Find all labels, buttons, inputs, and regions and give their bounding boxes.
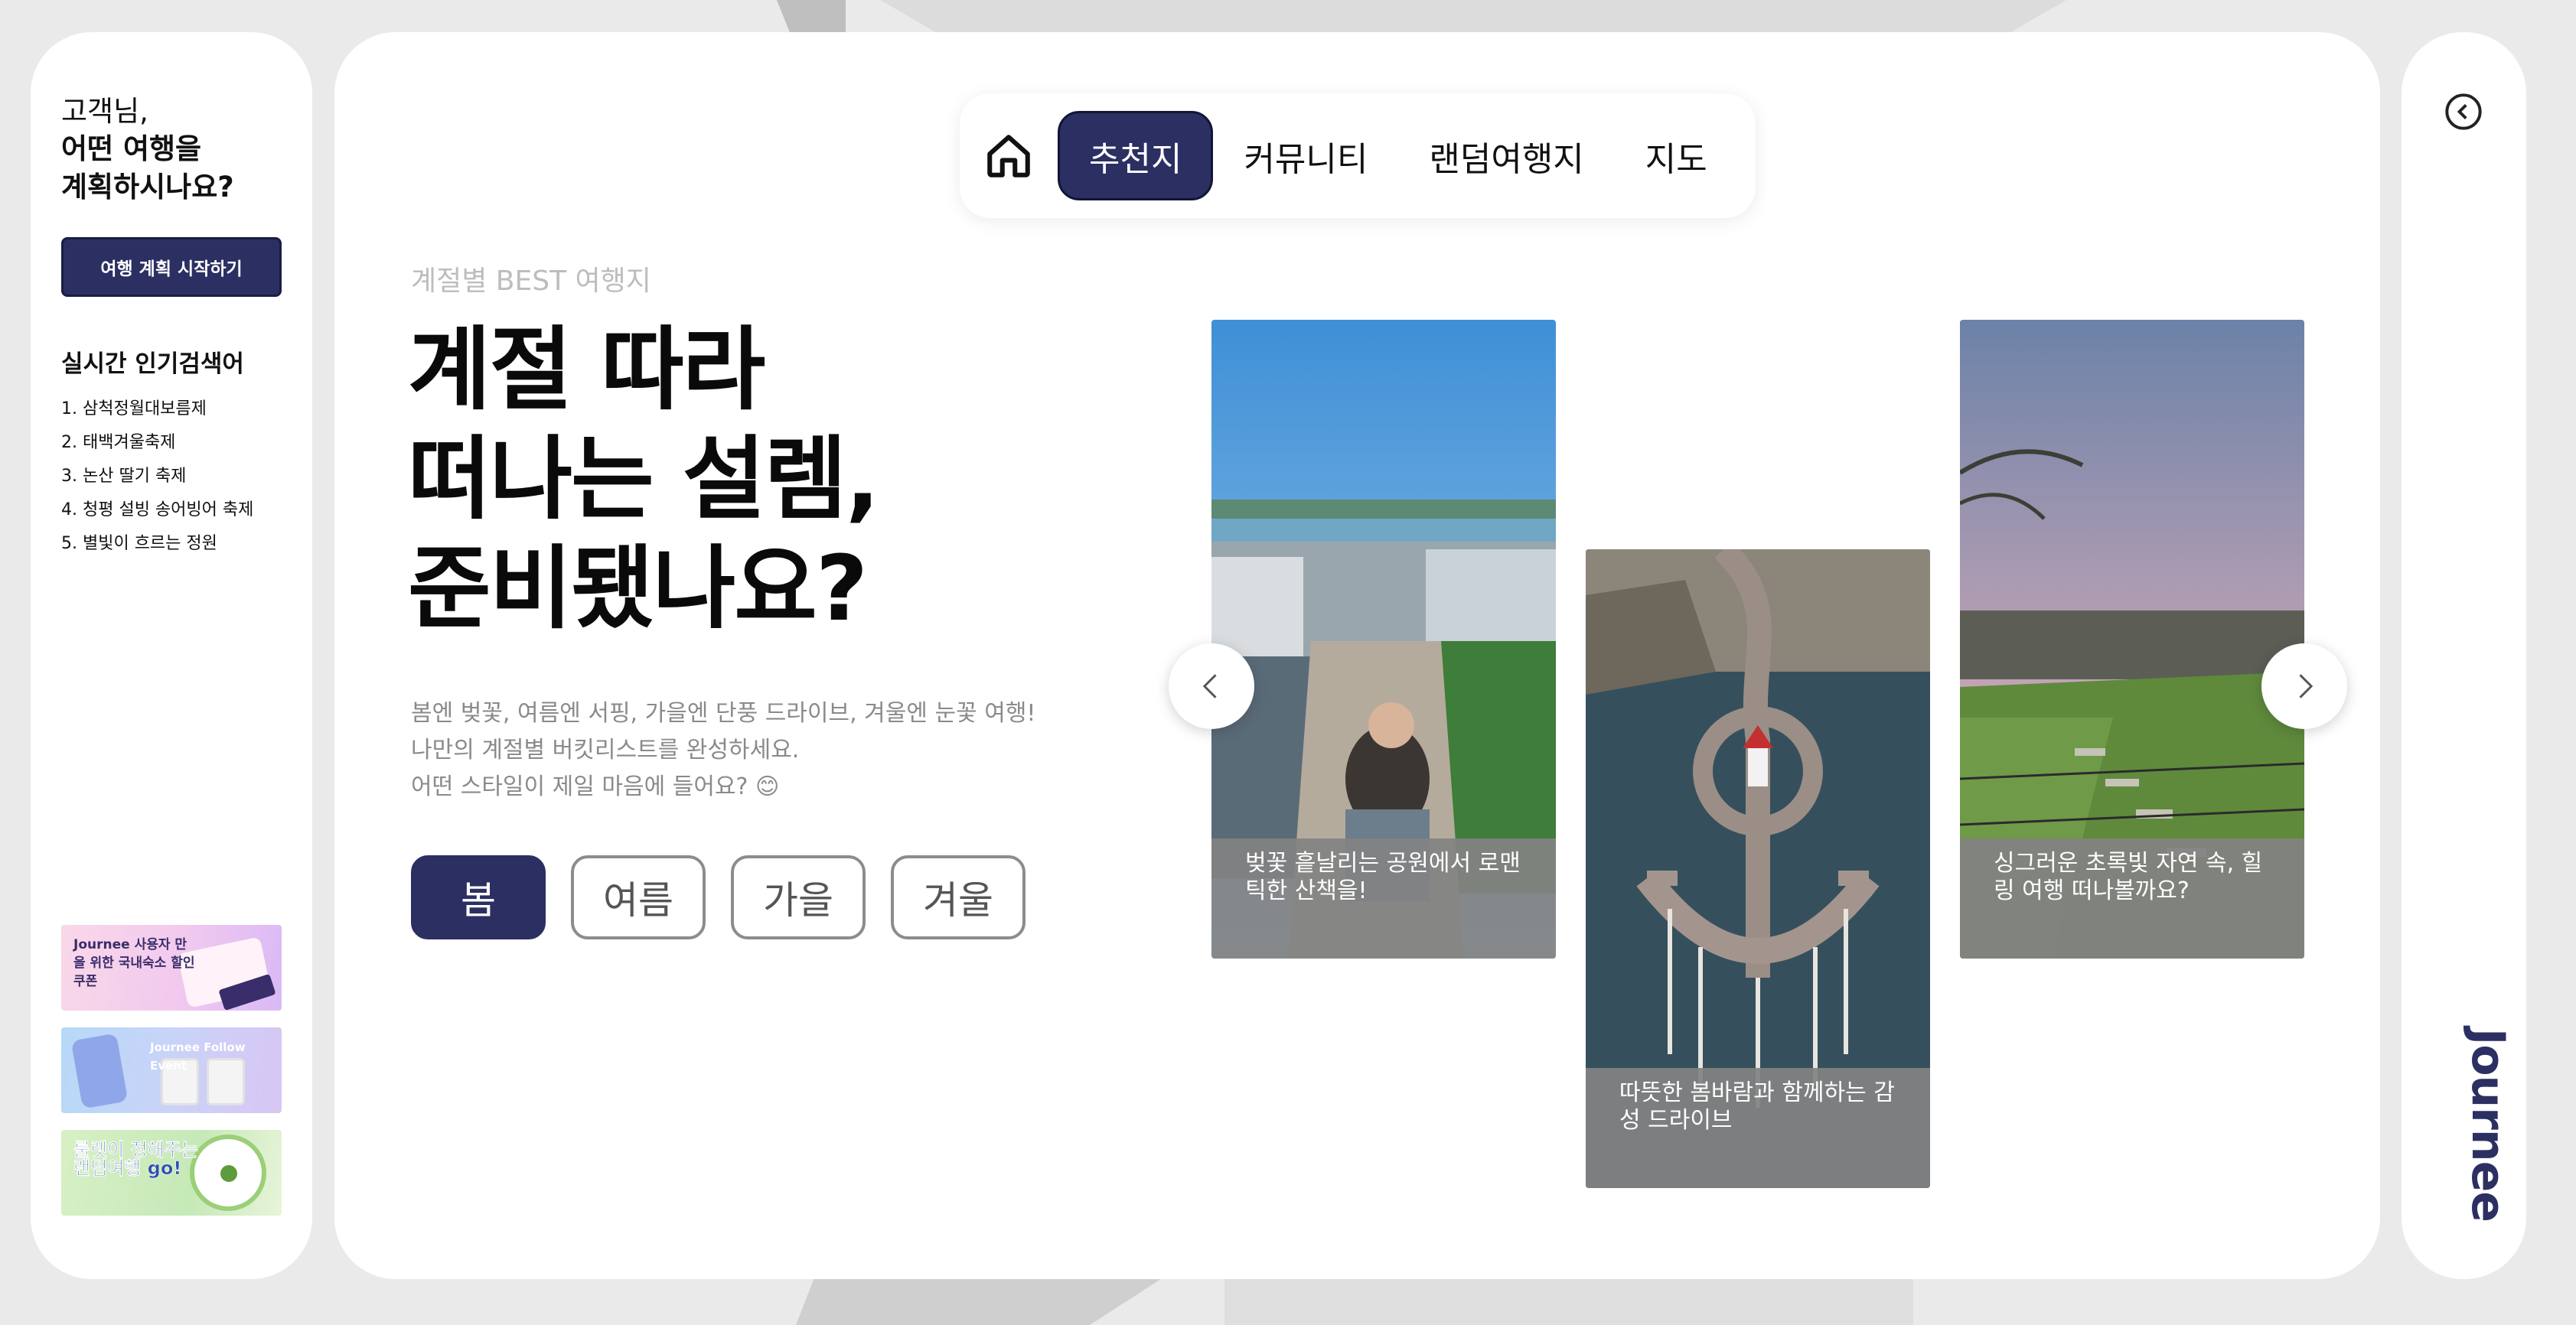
carousel-next-button[interactable] [2261, 643, 2347, 729]
description-line: 봄엔 벚꽃, 여름엔 서핑, 가을엔 단풍 드라이브, 겨울엔 눈꽃 여행! [411, 700, 1036, 727]
banner-text: 룰렛이 정해주는 랜덤여행 go! [73, 1139, 198, 1179]
home-icon [987, 134, 1030, 177]
popular-search-item[interactable]: 4. 청평 설빙 송어빙어 축제 [61, 493, 282, 527]
destination-card[interactable]: 따뜻한 봄바람과 함께하는 감성 드라이브 [1586, 549, 1930, 1188]
follow-event-banner[interactable]: Journee Follow Event [61, 1027, 282, 1113]
description: 봄엔 벚꽃, 여름엔 서핑, 가을엔 단풍 드라이브, 겨울엔 눈꽃 여행! 나… [411, 695, 1035, 806]
greeting-text: 고객님, [61, 95, 148, 128]
greeting-question: 어떤 여행을 [61, 132, 202, 165]
background-shape [777, 0, 846, 34]
left-sidebar: 고객님, 어떤 여행을 계획하시나요? 여행 계획 시작하기 실시간 인기검색어… [31, 32, 312, 1279]
top-nav: 추천지 커뮤니티 랜덤여행지 지도 [960, 93, 1756, 218]
random-trip-banner[interactable]: 룰렛이 정해주는 랜덤여행 go! [61, 1130, 282, 1216]
season-winter-button[interactable]: 겨울 [891, 855, 1026, 939]
popular-search-item[interactable]: 2. 태백겨울축제 [61, 426, 282, 460]
popular-search-list: 1. 삼척정월대보름제 2. 태백겨울축제 3. 논산 딸기 축제 4. 청평 … [61, 392, 282, 561]
chevron-right-icon [2299, 674, 2314, 698]
description-line: 나만의 계절별 버킷리스트를 완성하세요. [411, 737, 800, 763]
card-caption: 따뜻한 봄바람과 함께하는 감성 드라이브 [1619, 1079, 1895, 1134]
season-summer-button[interactable]: 여름 [571, 855, 706, 939]
banner-list: Journee 사용자 만을 위한 국내숙소 할인쿠폰 Journee Foll… [61, 925, 282, 1232]
banner-text: Journee Follow Event [150, 1040, 246, 1073]
season-selector: 봄 여름 가을 겨울 [411, 855, 1026, 939]
headline-line: 계절 따라 [408, 317, 765, 422]
journee-logo: Journee [2461, 1028, 2515, 1222]
destination-card[interactable]: 벚꽃 흩날리는 공원에서 로맨틱한 산책을! [1211, 320, 1556, 959]
main-panel: 추천지 커뮤니티 랜덤여행지 지도 계절별 BEST 여행지 계절 따라 떠나는… [334, 32, 2380, 1279]
right-sidebar: Journee [2402, 32, 2526, 1279]
tab-map[interactable]: 지도 [1615, 111, 1738, 200]
popular-search-item[interactable]: 5. 별빛이 흐르는 정원 [61, 527, 282, 561]
popular-search-title: 실시간 인기검색어 [61, 350, 244, 378]
chevron-left-icon [1202, 674, 1217, 698]
card-caption: 싱그러운 초록빛 자연 속, 힐링 여행 떠나볼까요? [1994, 850, 2263, 904]
chevron-left-circle-icon [2445, 93, 2482, 130]
page-headline: 계절 따라 떠나는 설렘, 준비됐나요? [408, 315, 880, 643]
greeting-question: 계획하시나요? [61, 171, 234, 203]
home-button[interactable] [981, 129, 1036, 184]
background-shape [1224, 1278, 1913, 1325]
description-line: 어떤 스타일이 제일 마음에 들어요? 😊 [411, 773, 780, 800]
tab-community[interactable]: 커뮤니티 [1213, 111, 1398, 200]
coupon-banner[interactable]: Journee 사용자 만을 위한 국내숙소 할인쿠폰 [61, 925, 282, 1011]
popular-search-item[interactable]: 3. 논산 딸기 축제 [61, 460, 282, 493]
season-spring-button[interactable]: 봄 [411, 855, 546, 939]
carousel-prev-button[interactable] [1169, 643, 1254, 729]
section-eyebrow: 계절별 BEST 여행지 [411, 265, 651, 297]
tab-recommended[interactable]: 추천지 [1058, 111, 1214, 200]
card-caption: 벚꽃 흩날리는 공원에서 로맨틱한 산책을! [1245, 850, 1521, 904]
banner-text: Journee 사용자 만을 위한 국내숙소 할인쿠폰 [73, 937, 195, 989]
popular-search-item[interactable]: 1. 삼척정월대보름제 [61, 392, 282, 426]
phone-icon [70, 1033, 129, 1109]
background-shape [796, 1278, 1163, 1325]
background-shape [880, 0, 2066, 34]
collapse-button[interactable] [2444, 92, 2483, 132]
destination-card[interactable]: 싱그러운 초록빛 자연 속, 힐링 여행 떠나볼까요? [1960, 320, 2304, 959]
tab-random-destination[interactable]: 랜덤여행지 [1398, 111, 1614, 200]
headline-line: 준비됐나요? [408, 536, 868, 641]
headline-line: 떠나는 설렘, [408, 426, 880, 532]
start-planning-button[interactable]: 여행 계획 시작하기 [61, 237, 282, 297]
season-autumn-button[interactable]: 가을 [731, 855, 866, 939]
